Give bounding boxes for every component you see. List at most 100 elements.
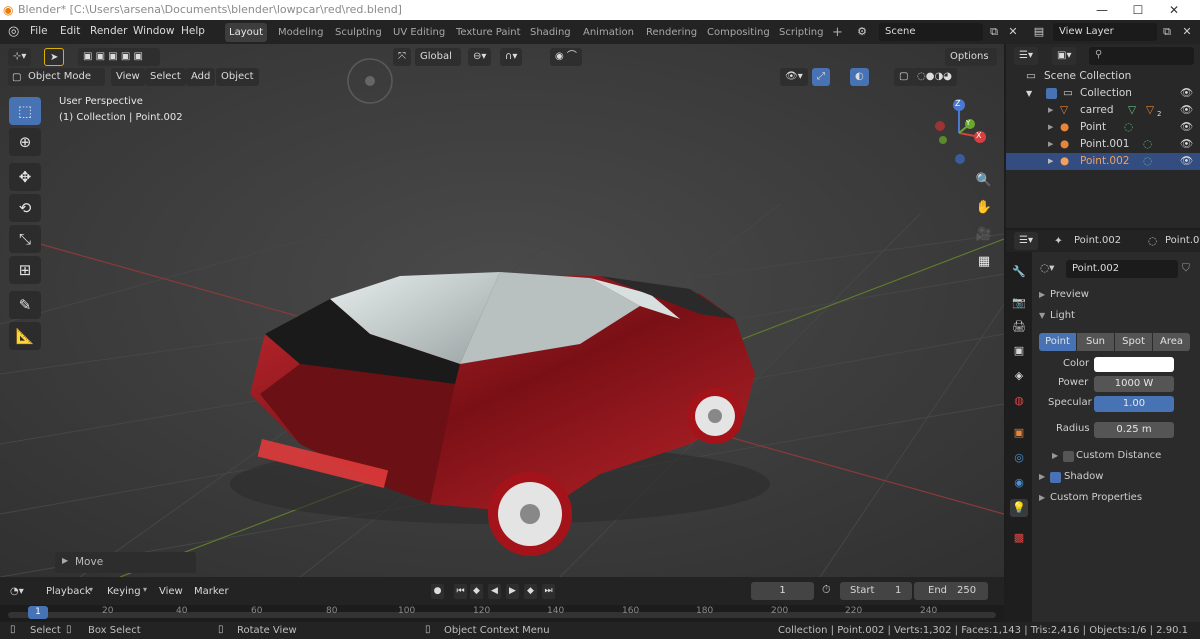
transform-tool-icon[interactable]: ⊞	[9, 256, 41, 284]
timeline-editor-type-icon[interactable]: ◔▾	[10, 583, 24, 600]
playhead[interactable]: 1	[28, 606, 48, 619]
options-dropdown[interactable]: Options	[945, 48, 997, 66]
visibility-eye-icon[interactable]: 👁	[1180, 85, 1193, 102]
orthographic-grid-icon[interactable]: ▦	[971, 249, 997, 275]
tab-rendering[interactable]: Rendering	[642, 23, 701, 42]
object-tab-icon[interactable]: ▣	[1010, 424, 1028, 442]
scene-tab-icon[interactable]: ◈	[1010, 367, 1028, 385]
fake-user-shield-icon[interactable]: ⛉	[1182, 262, 1190, 275]
shadow-panel-header[interactable]: Shadow	[1064, 471, 1103, 482]
modifier-tab-icon[interactable]: ◎	[1010, 449, 1028, 467]
zoom-icon[interactable]: 🔍	[971, 168, 997, 194]
end-frame-field[interactable]: End 250	[914, 582, 988, 600]
view-layer-icon[interactable]: ▤	[1030, 23, 1048, 41]
collection-checkbox[interactable]	[1046, 88, 1057, 99]
3d-viewport[interactable]: X Y Z ⊹▾ ➤ ▣ ▣ ▣ ▣ ▣ ⤧ Global ⊖▾ ∩▾ ◉ ⌒ …	[0, 44, 1004, 577]
custom-distance-expand-icon[interactable]: ▶	[1052, 451, 1058, 460]
tab-scripting[interactable]: Scripting	[775, 23, 827, 42]
render-tab-icon[interactable]: 📷	[1010, 294, 1028, 312]
outliner-row-point-002[interactable]: ▶ ● Point.002 ◌ 👁	[1006, 153, 1200, 170]
overlay-toggle-icon[interactable]: ◐	[850, 68, 869, 86]
mode-dropdown[interactable]: Object Mode	[8, 68, 105, 86]
visibility-eye-icon[interactable]: 👁	[1180, 136, 1193, 153]
menu-render[interactable]: Render	[90, 25, 127, 37]
custom-distance-checkbox[interactable]	[1063, 451, 1074, 462]
shadow-expand-icon[interactable]: ▶	[1039, 472, 1045, 481]
tool-tab-icon[interactable]: 🔧	[1010, 263, 1028, 281]
viewport-menu-view[interactable]: View	[111, 68, 145, 86]
properties-editor-type-icon[interactable]: ☰▾	[1014, 232, 1038, 250]
blender-menu-icon[interactable]: ◎	[8, 24, 19, 39]
stopwatch-icon[interactable]: ⏱	[822, 583, 831, 597]
outliner-row-point-001[interactable]: ▶ ● Point.001 ◌ 👁	[1006, 136, 1200, 153]
remove-scene-icon[interactable]: ✕	[1004, 23, 1022, 41]
shading-modes[interactable]: ◌●◑◕	[912, 68, 957, 86]
outliner-search-input[interactable]	[1089, 47, 1194, 65]
light-data-tab-icon[interactable]: 💡	[1010, 499, 1028, 517]
world-tab-icon[interactable]: ◍	[1010, 392, 1028, 410]
scale-tool-icon[interactable]: ⤡	[9, 225, 41, 253]
constraint-tab-icon[interactable]: ◉	[1010, 474, 1028, 492]
tab-layout[interactable]: Layout	[225, 23, 267, 42]
measure-tool-icon[interactable]: 📐	[9, 322, 41, 350]
tab-shading[interactable]: Shading	[526, 23, 575, 42]
viewport-menu-select[interactable]: Select	[145, 68, 186, 86]
start-frame-field[interactable]: Start 1	[840, 582, 912, 600]
visibility-icon[interactable]: 👁▾	[780, 68, 808, 86]
visibility-eye-icon[interactable]: 👁	[1180, 102, 1193, 119]
view-layer-tab-icon[interactable]: ▣	[1010, 342, 1028, 360]
light-type-area[interactable]: Area	[1153, 333, 1190, 351]
tab-uv-editing[interactable]: UV Editing	[389, 23, 449, 42]
outliner-row-carred[interactable]: ▶ ▽ carred ▽ ▽ 2 👁	[1006, 102, 1200, 119]
display-mode-icon[interactable]: ▣▾	[1052, 47, 1077, 65]
menu-help[interactable]: Help	[181, 25, 205, 37]
gizmo-toggle-icon[interactable]: ⤢	[812, 68, 830, 86]
tab-animation[interactable]: Animation	[579, 23, 638, 42]
tab-texture-paint[interactable]: Texture Paint	[452, 23, 525, 42]
light-collapse-icon[interactable]: ▼	[1039, 311, 1045, 320]
scene-name-field[interactable]: Scene	[879, 23, 983, 41]
jump-start-icon[interactable]: ⏮	[454, 584, 467, 599]
visibility-eye-icon[interactable]: 👁	[1180, 119, 1193, 136]
data-block-selector[interactable]: ◌▾ Point.002 ⛉	[1036, 260, 1196, 278]
custom-properties-expand-icon[interactable]: ▶	[1039, 493, 1045, 502]
viewport-menu-object[interactable]: Object	[216, 68, 259, 86]
xray-icon[interactable]: ▢	[894, 68, 914, 86]
select-mode-icon[interactable]: ➤	[44, 48, 65, 66]
cursor-tool-icon[interactable]: ⊕	[9, 128, 41, 156]
shadow-checkbox[interactable]	[1050, 472, 1061, 483]
tab-compositing[interactable]: Compositing	[703, 23, 774, 42]
light-panel-header[interactable]: Light	[1050, 310, 1075, 321]
timeline-menu-keying[interactable]: Keying	[107, 583, 141, 600]
transform-pivot-dropdown[interactable]: ⤧	[393, 48, 411, 66]
scene-icon[interactable]: ⚙	[853, 23, 871, 41]
outliner-row-scene-collection[interactable]: ▭ Scene Collection	[1006, 68, 1200, 85]
timeline-menu-playback[interactable]: Playback	[46, 583, 91, 600]
select-box-tool-icon[interactable]: ⬚	[9, 97, 41, 125]
tab-sculpting[interactable]: Sculpting	[331, 23, 386, 42]
preview-expand-icon[interactable]: ▶	[1039, 290, 1045, 299]
add-workspace-button[interactable]: +	[828, 23, 847, 42]
editor-type-dropdown[interactable]: ⊹▾	[8, 48, 32, 66]
transform-orientation-dropdown[interactable]: Global	[415, 48, 461, 66]
menu-edit[interactable]: Edit	[60, 25, 80, 37]
jump-keyframe-forward-icon[interactable]: ◆	[524, 584, 537, 599]
pan-hand-icon[interactable]: ✋	[971, 195, 997, 221]
proportional-edit-icon[interactable]: ◉ ⌒	[550, 48, 582, 66]
expand-arrow-icon[interactable]: ▶	[1048, 136, 1053, 153]
move-tool-icon[interactable]: ✥	[9, 163, 41, 191]
collapse-arrow-icon[interactable]: ▼	[1026, 85, 1032, 102]
preview-panel-header[interactable]: Preview	[1050, 289, 1089, 300]
data-block-name-field[interactable]: Point.002	[1066, 260, 1178, 278]
color-swatch[interactable]	[1094, 357, 1174, 372]
viewport-menu-add[interactable]: Add	[186, 68, 216, 86]
play-reverse-icon[interactable]: ◀	[488, 584, 501, 599]
remove-view-layer-icon[interactable]: ✕	[1178, 23, 1196, 41]
jump-end-icon[interactable]: ⏭	[542, 584, 555, 599]
snap-icon[interactable]: ∩▾	[500, 48, 523, 66]
expand-arrow-icon[interactable]: ▶	[1048, 102, 1053, 119]
specular-field[interactable]: 1.00	[1094, 396, 1174, 412]
play-icon[interactable]: ▶	[506, 584, 519, 599]
visibility-eye-icon[interactable]: 👁	[1180, 153, 1193, 170]
texture-tab-icon[interactable]: ▩	[1010, 529, 1028, 547]
